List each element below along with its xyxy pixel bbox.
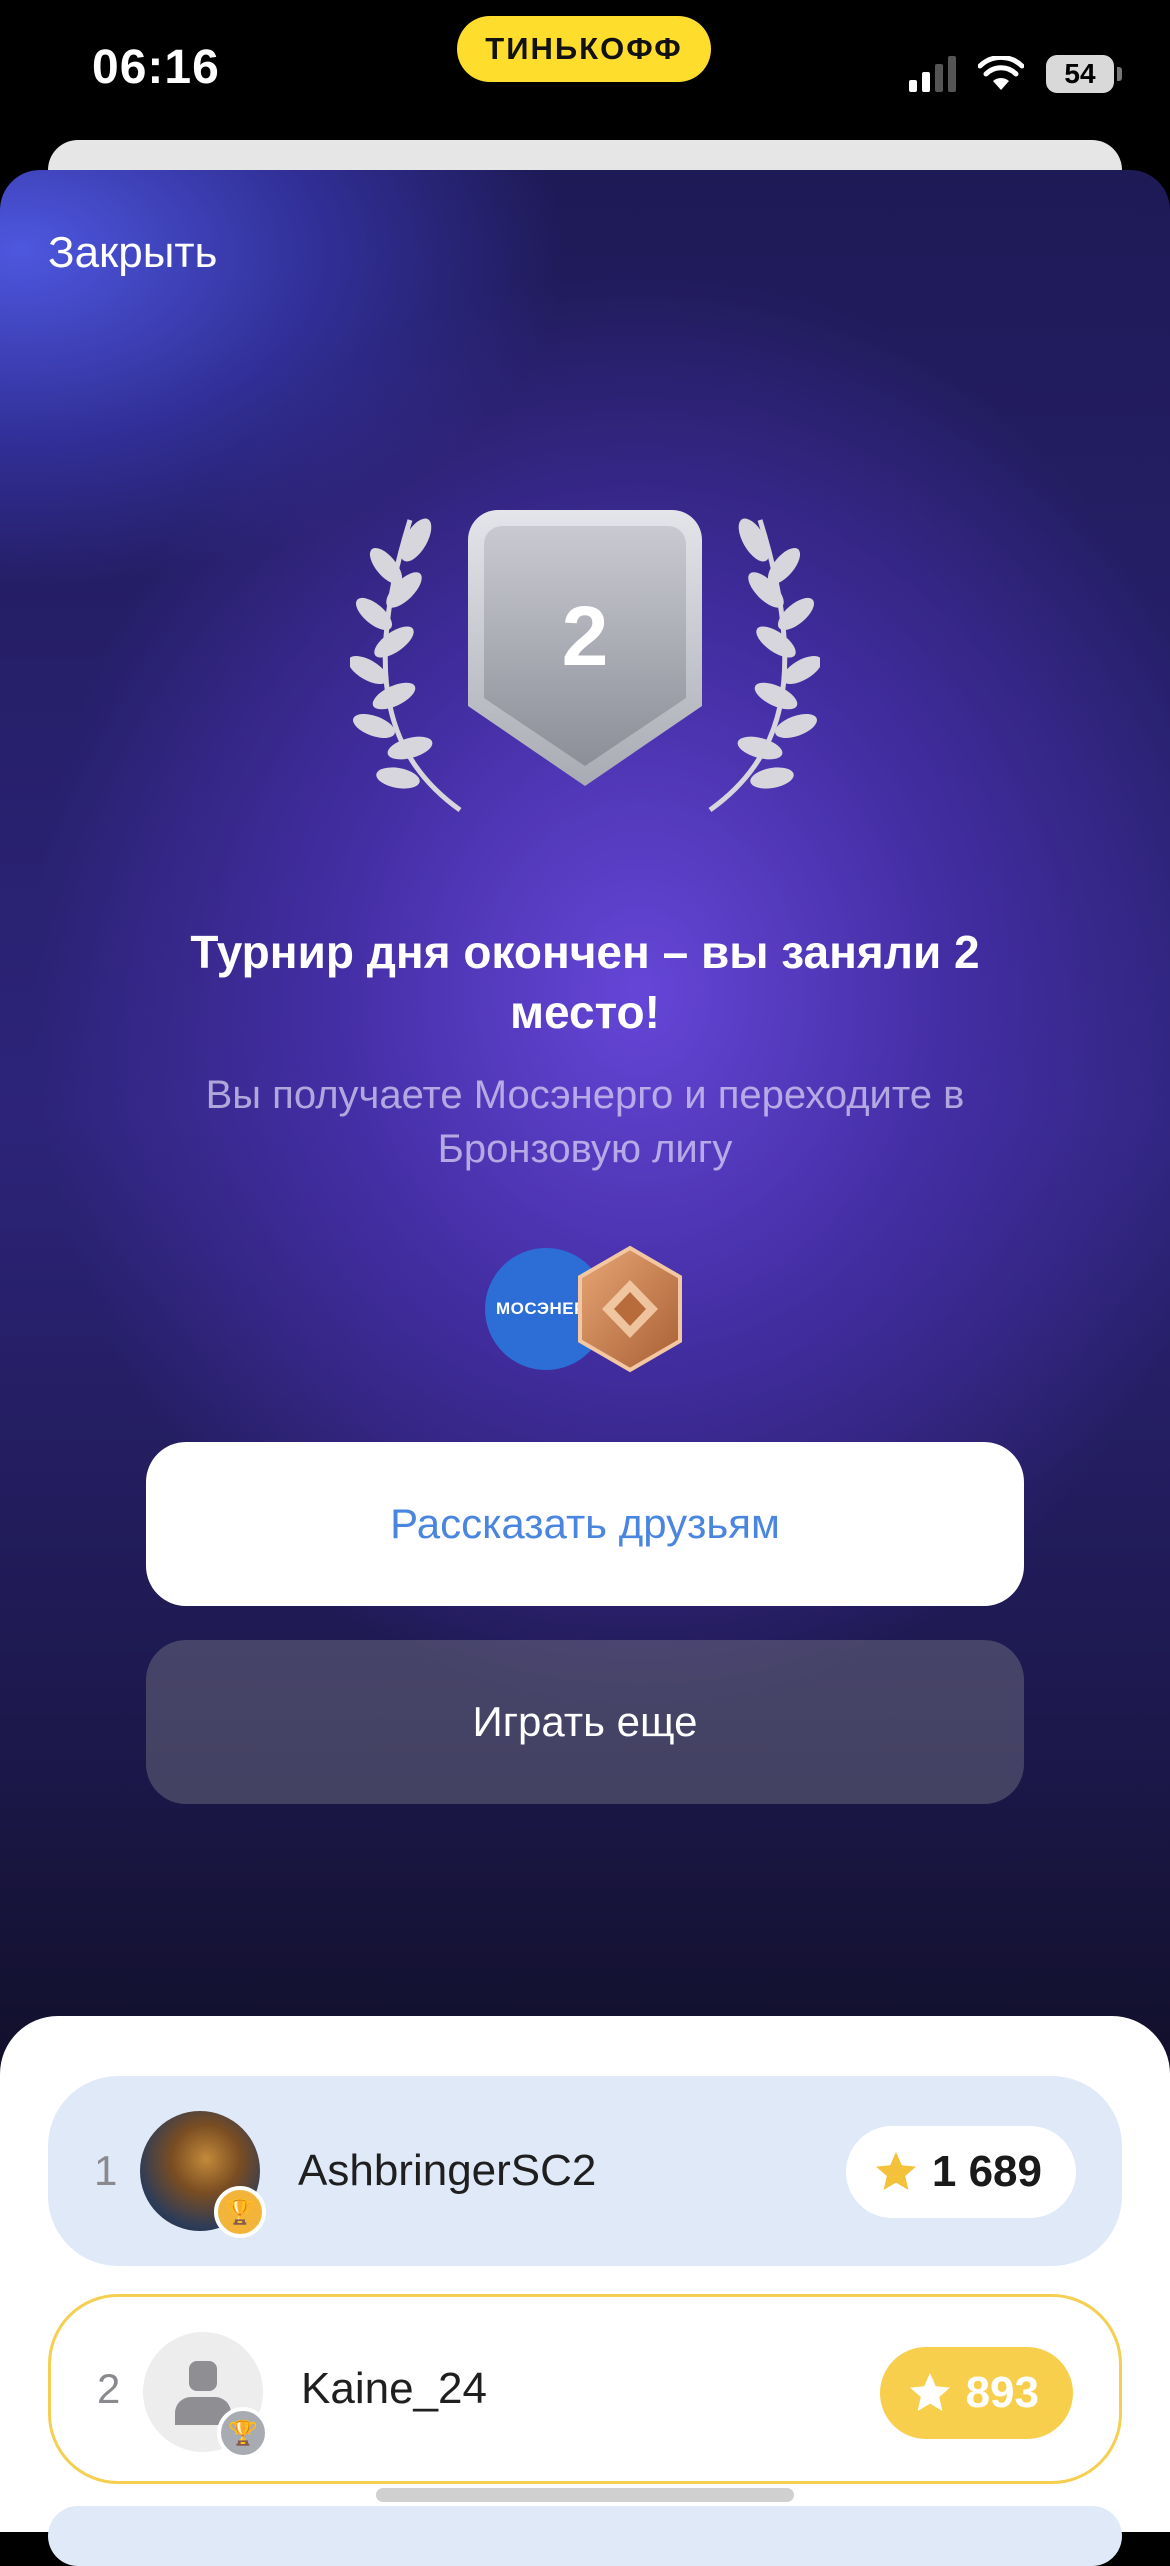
leaderboard-rank: 1 [94,2147,118,2194]
status-icons: 54 [909,46,1122,102]
star-icon [875,2152,916,2190]
leaderboard-row[interactable] [48,2506,1122,2566]
score-badge: 893 [879,2347,1073,2439]
leaderboard-rank: 2 [97,2365,121,2412]
result-title: Турнир дня окончен – вы заняли 2 место! [190,926,980,1038]
signal-icon [909,56,956,92]
wifi-icon [978,56,1024,90]
laurel-right-icon [708,518,820,813]
leaderboard-row-current-user[interactable]: 2 🏆 Kaine_24 893 [48,2294,1122,2484]
battery-icon: 54 [1046,55,1122,93]
status-bar: 06:16 ТИНЬКОФФ 54 [0,0,1170,150]
player-name: AshbringerSC2 [298,2146,597,2195]
silver-trophy-icon: 🏆 [217,2407,269,2459]
leaderboard: 1 🏆 AshbringerSC2 1 689 2 🏆 Kaine_24 893 [0,2016,1170,2566]
place-number: 2 [561,589,609,683]
play-again-button[interactable]: Играть еще [146,1640,1024,1804]
score-value: 893 [965,2368,1039,2417]
status-time: 06:16 [92,41,220,94]
gold-trophy-icon: 🏆 [214,2186,266,2238]
leaderboard-row[interactable]: 1 🏆 AshbringerSC2 1 689 [48,2076,1122,2266]
star-icon [909,2373,950,2411]
carrier-badge: ТИНЬКОФФ [457,16,711,82]
close-button[interactable]: Закрыть [48,228,217,278]
laurel-left-icon [350,518,462,813]
result-subtitle: Вы получаете Мосэнерго и переходите в Бр… [205,1073,965,1171]
player-name: Kaine_24 [301,2364,487,2413]
share-with-friends-button[interactable]: Рассказать друзьям [146,1442,1024,1606]
score-badge: 1 689 [845,2126,1076,2218]
place-trophy: 2 [350,510,820,840]
score-value: 1 689 [931,2147,1042,2196]
home-indicator[interactable] [376,2488,794,2502]
bronze-league-icon [578,1245,682,1373]
